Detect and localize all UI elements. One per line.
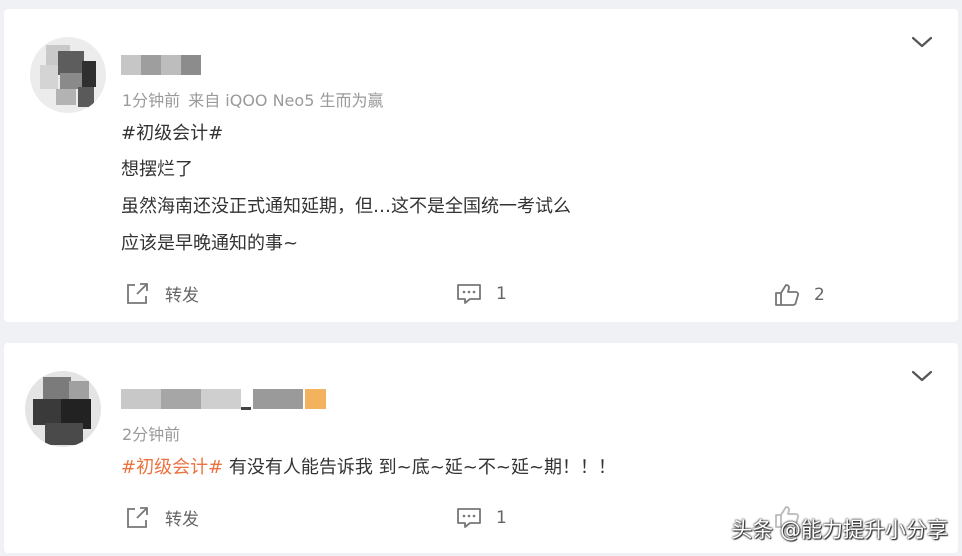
like-count: 2	[814, 285, 825, 305]
comment-count: 1	[496, 508, 507, 528]
post-text: #初级会计# 有没有人能告诉我 到~底~延~不~延~期！！！	[121, 453, 616, 479]
post-time[interactable]: 2分钟前	[122, 425, 180, 444]
chevron-down-icon[interactable]	[910, 35, 934, 49]
chevron-down-icon[interactable]	[910, 369, 934, 383]
repost-icon	[127, 282, 148, 304]
post-text-line: 想摆烂了	[121, 159, 193, 180]
repost-icon	[127, 506, 148, 528]
comment-icon	[457, 284, 481, 304]
repost-button[interactable]: 转发	[125, 281, 199, 306]
username-blurred[interactable]	[121, 55, 207, 75]
like-icon	[775, 284, 800, 306]
post-source: 来自 iQOO Neo5 生而为赢	[188, 91, 384, 110]
post-time[interactable]: 1分钟前	[122, 91, 180, 110]
post-text-body: 有没有人能告诉我 到~底~延~不~延~期！！！	[223, 457, 617, 478]
post-text-line: 应该是早晚通知的事~	[121, 233, 299, 254]
hashtag-link[interactable]: #初级会计#	[121, 457, 223, 478]
hashtag-link[interactable]: #初级会计#	[121, 119, 223, 145]
repost-label: 转发	[165, 286, 199, 306]
repost-label: 转发	[165, 510, 199, 530]
username-blurred[interactable]	[121, 389, 326, 410]
like-button[interactable]: 2	[774, 283, 825, 307]
post-meta: 2分钟前	[122, 421, 180, 445]
avatar[interactable]	[25, 371, 101, 447]
post-card: 1分钟前 来自 iQOO Neo5 生而为赢 #初级会计# 想摆烂了 虽然海南还没…	[4, 9, 958, 322]
comment-button[interactable]: 1	[456, 507, 507, 529]
repost-button[interactable]: 转发	[125, 505, 199, 530]
watermark: 头条 @能力提升小分享	[731, 518, 948, 542]
comment-count: 1	[496, 284, 507, 304]
comment-icon	[457, 508, 481, 528]
comment-button[interactable]: 1	[456, 283, 507, 305]
post-text-line: 虽然海南还没正式通知延期，但…这不是全国统一考试么	[121, 196, 571, 217]
post-meta: 1分钟前 来自 iQOO Neo5 生而为赢	[122, 87, 383, 111]
avatar[interactable]	[30, 37, 106, 113]
